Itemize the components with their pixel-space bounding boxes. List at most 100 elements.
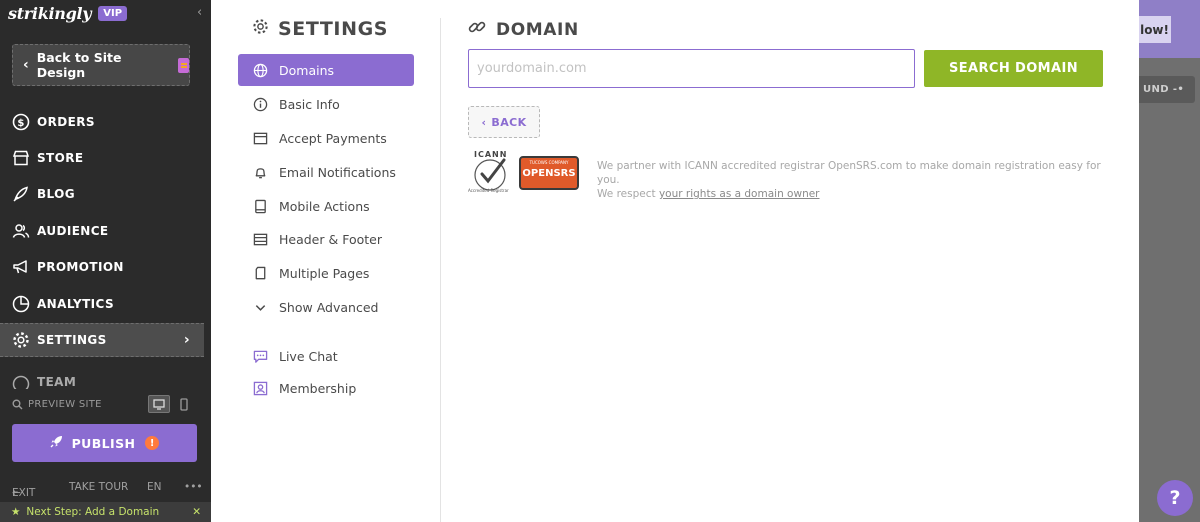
settings-menu-label: Multiple Pages: [279, 265, 370, 281]
desktop-icon: [153, 398, 165, 410]
settings-divider: [440, 18, 441, 522]
domain-title-label: DOMAIN: [496, 19, 579, 40]
collapse-sidebar-icon[interactable]: ‹: [197, 5, 202, 20]
partner-description: We partner with ICANN accredited registr…: [597, 159, 1117, 201]
info-icon: [251, 95, 269, 113]
settings-menu-domains[interactable]: Domains: [238, 54, 414, 86]
gear-icon: [12, 331, 30, 349]
preview-site-link[interactable]: PREVIEW SITE: [12, 399, 102, 410]
partner-text-line-1: We partner with ICANN accredited registr…: [597, 160, 1101, 186]
settings-menu-label: Mobile Actions: [279, 198, 370, 214]
icann-logo-text: ICANN: [474, 150, 508, 159]
next-step-bar[interactable]: ★ Next Step: Add a Domain ✕: [0, 502, 211, 522]
partner-logos: ICANN Accredited Registrar TUCOWS COMPAN…: [468, 150, 580, 196]
chat-icon: [251, 347, 269, 365]
opensrs-logo-text: OPENSRS: [522, 168, 576, 179]
settings-menu-label: Domains: [279, 62, 335, 78]
opensrs-logo-top: TUCOWS COMPANY: [529, 160, 569, 165]
globe-icon: [251, 61, 269, 79]
sidebar-item-analytics[interactable]: ANALYTICS: [0, 287, 204, 321]
language-button[interactable]: EN: [147, 481, 162, 493]
sidebar-item-audience[interactable]: AUDIENCE: [0, 214, 204, 248]
vip-badge: VIP: [98, 5, 128, 21]
close-icon[interactable]: ✕: [192, 506, 201, 518]
back-button[interactable]: ‹ BACK: [468, 106, 540, 138]
search-domain-button[interactable]: SEARCH DOMAIN: [924, 50, 1103, 87]
settings-menu-label: Show Advanced: [279, 299, 379, 315]
settings-menu-basic-info[interactable]: Basic Info: [238, 88, 414, 120]
member-icon: [251, 379, 269, 397]
take-tour-button[interactable]: TAKE TOUR: [69, 481, 128, 493]
sidebar-item-promotion[interactable]: PROMOTION: [0, 250, 204, 284]
more-options-icon[interactable]: •••: [184, 481, 203, 493]
star-icon: ★: [11, 506, 21, 518]
domain-search-input[interactable]: [468, 49, 915, 88]
sidebar-item-orders[interactable]: $ ORDERS: [0, 105, 204, 139]
sidebar-item-label: TEAM: [37, 375, 77, 389]
credit-card-icon: [251, 129, 269, 147]
gear-icon: [252, 18, 269, 40]
preview-site-row: PREVIEW SITE: [12, 395, 194, 413]
sidebar-item-label: AUDIENCE: [37, 224, 109, 238]
bell-icon: [251, 163, 269, 181]
settings-menu-label: Accept Payments: [279, 130, 387, 146]
link-icon: [468, 18, 486, 41]
settings-menu-mobile-actions[interactable]: Mobile Actions: [238, 190, 414, 222]
back-label: BACK: [491, 115, 527, 129]
settings-menu-header-footer[interactable]: Header & Footer: [238, 223, 414, 255]
sidebar-item-team[interactable]: TEAM: [0, 375, 204, 389]
sidebar-item-label: BLOG: [37, 187, 76, 201]
mobile-view-button[interactable]: [178, 395, 190, 413]
sidebar-item-settings[interactable]: SETTINGS ›: [0, 323, 204, 357]
strikingly-logo: strikingly: [8, 3, 92, 23]
sidebar-item-store[interactable]: STORE: [0, 141, 204, 175]
settings-menu-email-notifications[interactable]: Email Notifications: [238, 156, 414, 188]
desktop-view-button[interactable]: [148, 395, 170, 413]
settings-title-label: SETTINGS: [278, 18, 389, 40]
settings-menu-label: Email Notifications: [279, 164, 396, 180]
back-to-site-design-button[interactable]: ‹ Back to Site Design: [12, 44, 190, 86]
domain-title: DOMAIN: [468, 18, 579, 41]
domain-rights-link[interactable]: your rights as a domain owner: [659, 188, 820, 200]
settings-menu-membership[interactable]: Membership: [238, 372, 414, 404]
publish-button[interactable]: PUBLISH !: [12, 424, 197, 462]
mobile-icon: [180, 397, 188, 411]
background-banner: low!: [1139, 0, 1200, 58]
icann-logo-subtext: Accredited Registrar: [468, 188, 509, 193]
settings-menu-label: Header & Footer: [279, 231, 382, 247]
sidebar-footer: ← EXIT TAKE TOUR EN •••: [12, 479, 203, 499]
svg-text:$: $: [17, 118, 24, 129]
rocket-icon: [50, 435, 63, 451]
search-icon: [12, 399, 23, 409]
settings-menu-multiple-pages[interactable]: Multiple Pages: [238, 257, 414, 289]
exit-label: EXIT: [12, 487, 36, 499]
dollar-circle-icon: $: [12, 113, 30, 131]
chevron-left-icon: ‹: [481, 115, 487, 129]
sidebar-item-label: ORDERS: [37, 115, 95, 129]
team-icon: [12, 375, 30, 389]
opensrs-logo: TUCOWS COMPANY OPENSRS: [519, 156, 579, 190]
sidebar-item-label: SETTINGS: [37, 333, 107, 347]
help-button[interactable]: ?: [1157, 480, 1193, 516]
people-icon: [12, 222, 30, 240]
site-page-icon: [177, 57, 189, 73]
settings-menu-label: Basic Info: [279, 96, 340, 112]
editor-sidebar: strikingly VIP ‹ ‹ Back to Site Design $…: [0, 0, 211, 522]
settings-menu-show-advanced[interactable]: Show Advanced: [238, 291, 414, 323]
back-to-site-design-label: Back to Site Design: [36, 50, 122, 80]
pages-icon: [251, 264, 269, 282]
warning-icon: !: [145, 436, 160, 450]
mobile-icon: [251, 197, 269, 215]
background-site-preview: low! UND -•: [1139, 0, 1200, 522]
settings-menu-accept-payments[interactable]: Accept Payments: [238, 122, 414, 154]
pie-chart-icon: [12, 295, 30, 313]
settings-modal: SETTINGS Domains Basic Info Accept Payme…: [211, 0, 1139, 522]
chevron-right-icon: ›: [183, 332, 190, 348]
brand: strikingly VIP: [8, 2, 128, 24]
megaphone-icon: [12, 258, 30, 276]
sidebar-item-blog[interactable]: BLOG: [0, 177, 204, 211]
settings-menu-live-chat[interactable]: Live Chat: [238, 340, 414, 372]
partner-text-line-2: We respect your rights as a domain owner: [597, 187, 1117, 201]
background-button: UND -•: [1139, 76, 1195, 103]
store-icon: [12, 149, 30, 167]
